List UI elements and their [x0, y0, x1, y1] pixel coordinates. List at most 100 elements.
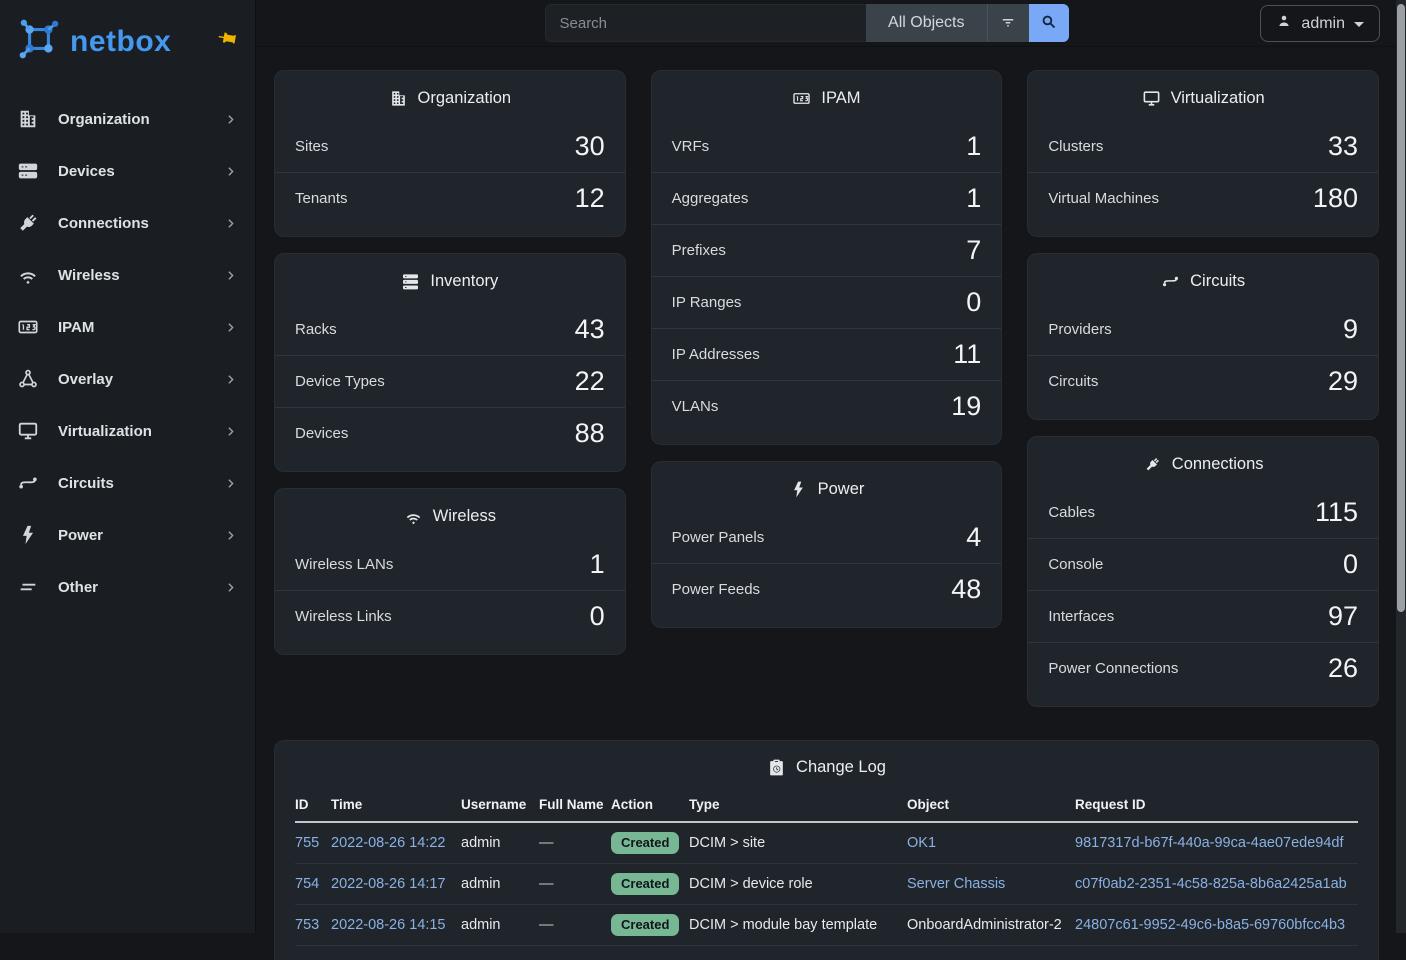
pin-sidebar-icon[interactable] [217, 28, 237, 48]
object-cell: OnboardAdministrator-2 [907, 905, 1075, 946]
stat-value[interactable]: 97 [1328, 601, 1358, 632]
column-header-id: ID [295, 791, 331, 822]
request-id-link[interactable]: c07f0ab2-2351-4c58-825a-8b6a2425a1ab [1075, 876, 1347, 892]
stat-value[interactable]: 1 [966, 183, 981, 214]
sidebar-item-wireless[interactable]: Wireless [0, 249, 255, 301]
stat-value[interactable]: 12 [575, 183, 605, 214]
stat-row: Wireless Links0 [275, 590, 625, 642]
logo[interactable]: netbox [0, 0, 255, 81]
lines-icon [16, 575, 40, 599]
sidebar-item-connections[interactable]: Connections [0, 197, 255, 249]
request-id-link[interactable]: 9817317d-b67f-440a-99ca-4ae07ede94df [1075, 835, 1343, 851]
stat-value[interactable]: 33 [1328, 131, 1358, 162]
user-menu-button[interactable]: admin [1260, 5, 1380, 42]
sidebar-item-label: Wireless [58, 267, 224, 284]
sidebar-item-virtualization[interactable]: Virtualization [0, 405, 255, 457]
card-ipam: IPAM VRFs1 Aggregates1 Prefixes7 IP Rang… [651, 70, 1003, 445]
card-title-text: Power [818, 480, 865, 499]
transit-icon [1161, 272, 1180, 291]
page-scrollbar[interactable] [1396, 0, 1406, 933]
sidebar-item-circuits[interactable]: Circuits [0, 457, 255, 509]
server-icon [401, 272, 420, 291]
filter-button[interactable] [987, 4, 1029, 42]
stat-value[interactable]: 4 [966, 522, 981, 553]
sidebar-item-ipam[interactable]: IPAM [0, 301, 255, 353]
column-header-type: Type [689, 791, 907, 822]
chevron-right-icon [224, 581, 237, 594]
chevron-right-icon [224, 321, 237, 334]
stat-row: Wireless LANs1 [275, 538, 625, 590]
search-submit-button[interactable] [1029, 4, 1069, 42]
logo-wordmark: netbox [70, 25, 171, 59]
stat-value[interactable]: 9 [1343, 314, 1358, 345]
sidebar-item-devices[interactable]: Devices [0, 145, 255, 197]
stat-value[interactable]: 1 [590, 549, 605, 580]
change-id-link[interactable]: 755 [295, 835, 319, 851]
transit-icon [16, 471, 40, 495]
change-time-link[interactable]: 2022-08-26 14:17 [331, 876, 446, 892]
change-time-link[interactable]: 2022-08-26 14:15 [331, 917, 446, 933]
table-row: 754 2022-08-26 14:17 admin — Created DCI… [295, 864, 1358, 905]
card-power: Power Power Panels4 Power Feeds48 [651, 461, 1003, 628]
stat-value[interactable]: 43 [575, 314, 605, 345]
stat-value[interactable]: 48 [951, 574, 981, 605]
stat-value[interactable]: 115 [1315, 497, 1358, 528]
scrollbar-thumb[interactable] [1397, 4, 1405, 612]
change-log-table: ID Time Username Full Name Action Type O… [295, 791, 1358, 946]
object-link[interactable]: Server Chassis [907, 876, 1005, 892]
card-title-text: IPAM [821, 89, 860, 108]
stat-row: Virtual Machines180 [1028, 172, 1378, 224]
chevron-right-icon [224, 217, 237, 230]
stat-label: Tenants [295, 190, 348, 207]
sidebar-item-other[interactable]: Other [0, 561, 255, 613]
stat-value[interactable]: 26 [1328, 653, 1358, 684]
card-title-text: Change Log [796, 758, 886, 777]
card-inventory: Inventory Racks43 Device Types 22 Devices… [274, 253, 626, 472]
sidebar-item-overlay[interactable]: Overlay [0, 353, 255, 405]
dashboard: Organization Sites30 Tenants12 Inventory… [257, 47, 1396, 933]
stat-value[interactable]: 11 [953, 339, 981, 370]
building-icon [389, 89, 408, 108]
object-link[interactable]: OK1 [907, 835, 936, 851]
change-id-link[interactable]: 754 [295, 876, 319, 892]
stat-value[interactable]: 0 [590, 601, 605, 632]
search-scope-button[interactable]: All Objects [866, 4, 986, 42]
stat-value[interactable]: 88 [575, 418, 605, 449]
sidebar-item-power[interactable]: Power [0, 509, 255, 561]
stat-label: VLANs [672, 398, 719, 415]
stat-value[interactable]: 0 [966, 287, 981, 318]
stat-value[interactable]: 29 [1328, 366, 1358, 397]
card-header: Circuits [1028, 254, 1378, 303]
change-time-link[interactable]: 2022-08-26 14:22 [331, 835, 446, 851]
chevron-right-icon [224, 425, 237, 438]
username-cell: admin [461, 822, 539, 864]
sidebar-item-organization[interactable]: Organization [0, 93, 255, 145]
building-icon [16, 107, 40, 131]
card-header: Inventory [275, 254, 625, 303]
chevron-right-icon [224, 529, 237, 542]
search-input[interactable] [545, 4, 867, 42]
stat-label: IP Ranges [672, 294, 742, 311]
username-cell: admin [461, 864, 539, 905]
column-header-object: Object [907, 791, 1075, 822]
stat-label: Devices [295, 425, 348, 442]
wifi-icon [16, 263, 40, 287]
stat-value[interactable]: 7 [966, 235, 981, 266]
sidebar-item-label: Power [58, 527, 224, 544]
change-id-link[interactable]: 753 [295, 917, 319, 933]
sidebar-item-label: Virtualization [58, 423, 224, 440]
stat-value[interactable]: 30 [575, 131, 605, 162]
counter-icon [792, 89, 811, 108]
stat-label: Providers [1048, 321, 1111, 338]
column-header-username: Username [461, 791, 539, 822]
stat-label: Device Types [295, 373, 385, 390]
request-id-link[interactable]: 24807c61-9952-49c6-b8a5-69760bfcc4b3 [1075, 917, 1345, 933]
stat-value[interactable]: 180 [1313, 183, 1358, 214]
stat-value[interactable]: 22 [575, 366, 605, 397]
stat-value[interactable]: 19 [951, 391, 981, 422]
stat-value[interactable]: 0 [1343, 549, 1358, 580]
stat-value[interactable]: 1 [966, 131, 981, 162]
stat-row: Racks43 [275, 303, 625, 355]
clipboard-clock-icon [767, 758, 786, 777]
dashboard-column-3: Virtualization Clusters33 Virtual Machin… [1027, 70, 1379, 707]
